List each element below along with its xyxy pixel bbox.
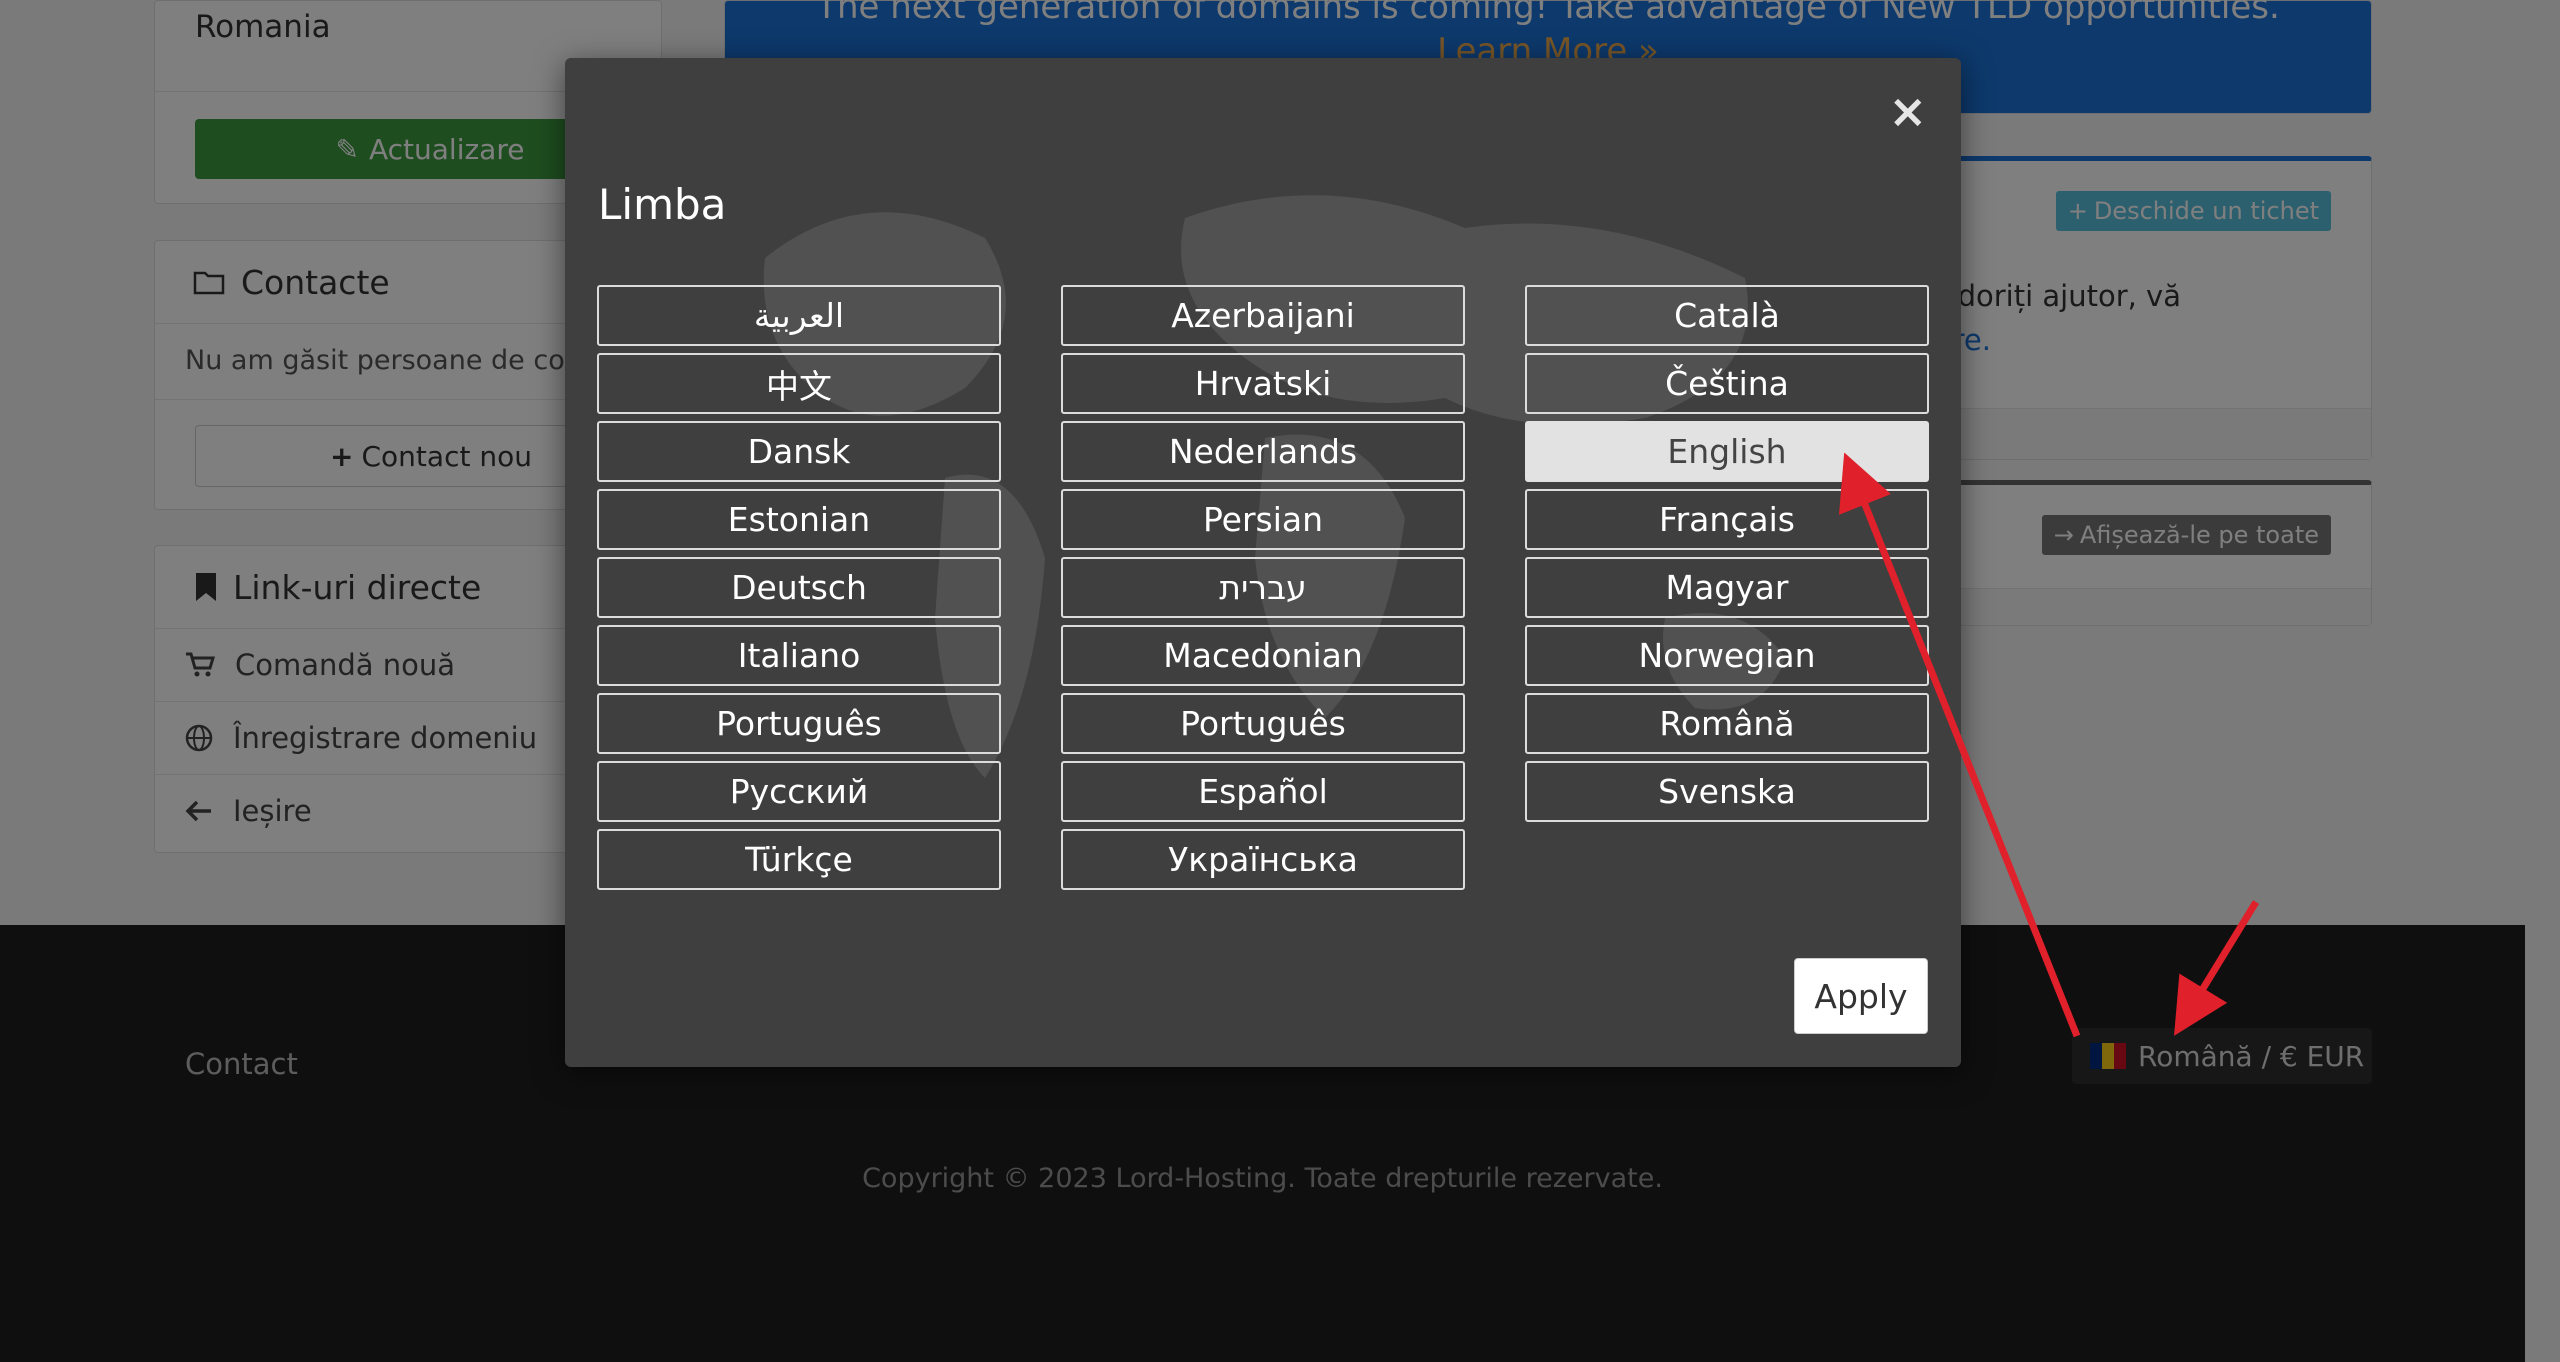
language-option[interactable]: Deutsch [597, 557, 1001, 618]
language-option[interactable]: Русский [597, 761, 1001, 822]
close-icon[interactable]: × [1888, 88, 1927, 134]
language-option[interactable]: Türkçe [597, 829, 1001, 890]
language-option[interactable]: Español [1061, 761, 1465, 822]
language-option[interactable]: Norwegian [1525, 625, 1929, 686]
language-option[interactable]: Français [1525, 489, 1929, 550]
language-option[interactable]: Persian [1061, 489, 1465, 550]
language-option[interactable]: Magyar [1525, 557, 1929, 618]
language-option[interactable]: Macedonian [1061, 625, 1465, 686]
modal-title: Limba [598, 180, 727, 229]
language-option[interactable]: 中文 [597, 353, 1001, 414]
language-option[interactable]: Hrvatski [1061, 353, 1465, 414]
apply-button[interactable]: Apply [1794, 958, 1928, 1034]
language-option[interactable]: Português [597, 693, 1001, 754]
language-option[interactable]: Română [1525, 693, 1929, 754]
language-option[interactable]: Svenska [1525, 761, 1929, 822]
language-option[interactable]: עברית [1061, 557, 1465, 618]
language-option[interactable]: Català [1525, 285, 1929, 346]
language-option[interactable]: Dansk [597, 421, 1001, 482]
language-option[interactable]: Italiano [597, 625, 1001, 686]
language-option[interactable]: Nederlands [1061, 421, 1465, 482]
language-option[interactable]: Azerbaijani [1061, 285, 1465, 346]
language-option[interactable]: Estonian [597, 489, 1001, 550]
language-option[interactable]: Čeština [1525, 353, 1929, 414]
language-option[interactable]: Português [1061, 693, 1465, 754]
language-option[interactable]: العربية [597, 285, 1001, 346]
language-modal: × Limba العربية Azerbaijani Català 中文 Hrvats… [565, 58, 1961, 1067]
language-option[interactable]: Українська [1061, 829, 1465, 890]
language-option[interactable]: English [1525, 421, 1929, 482]
language-grid: العربية Azerbaijani Català 中文 Hrvatski Češtin… [597, 285, 1929, 890]
